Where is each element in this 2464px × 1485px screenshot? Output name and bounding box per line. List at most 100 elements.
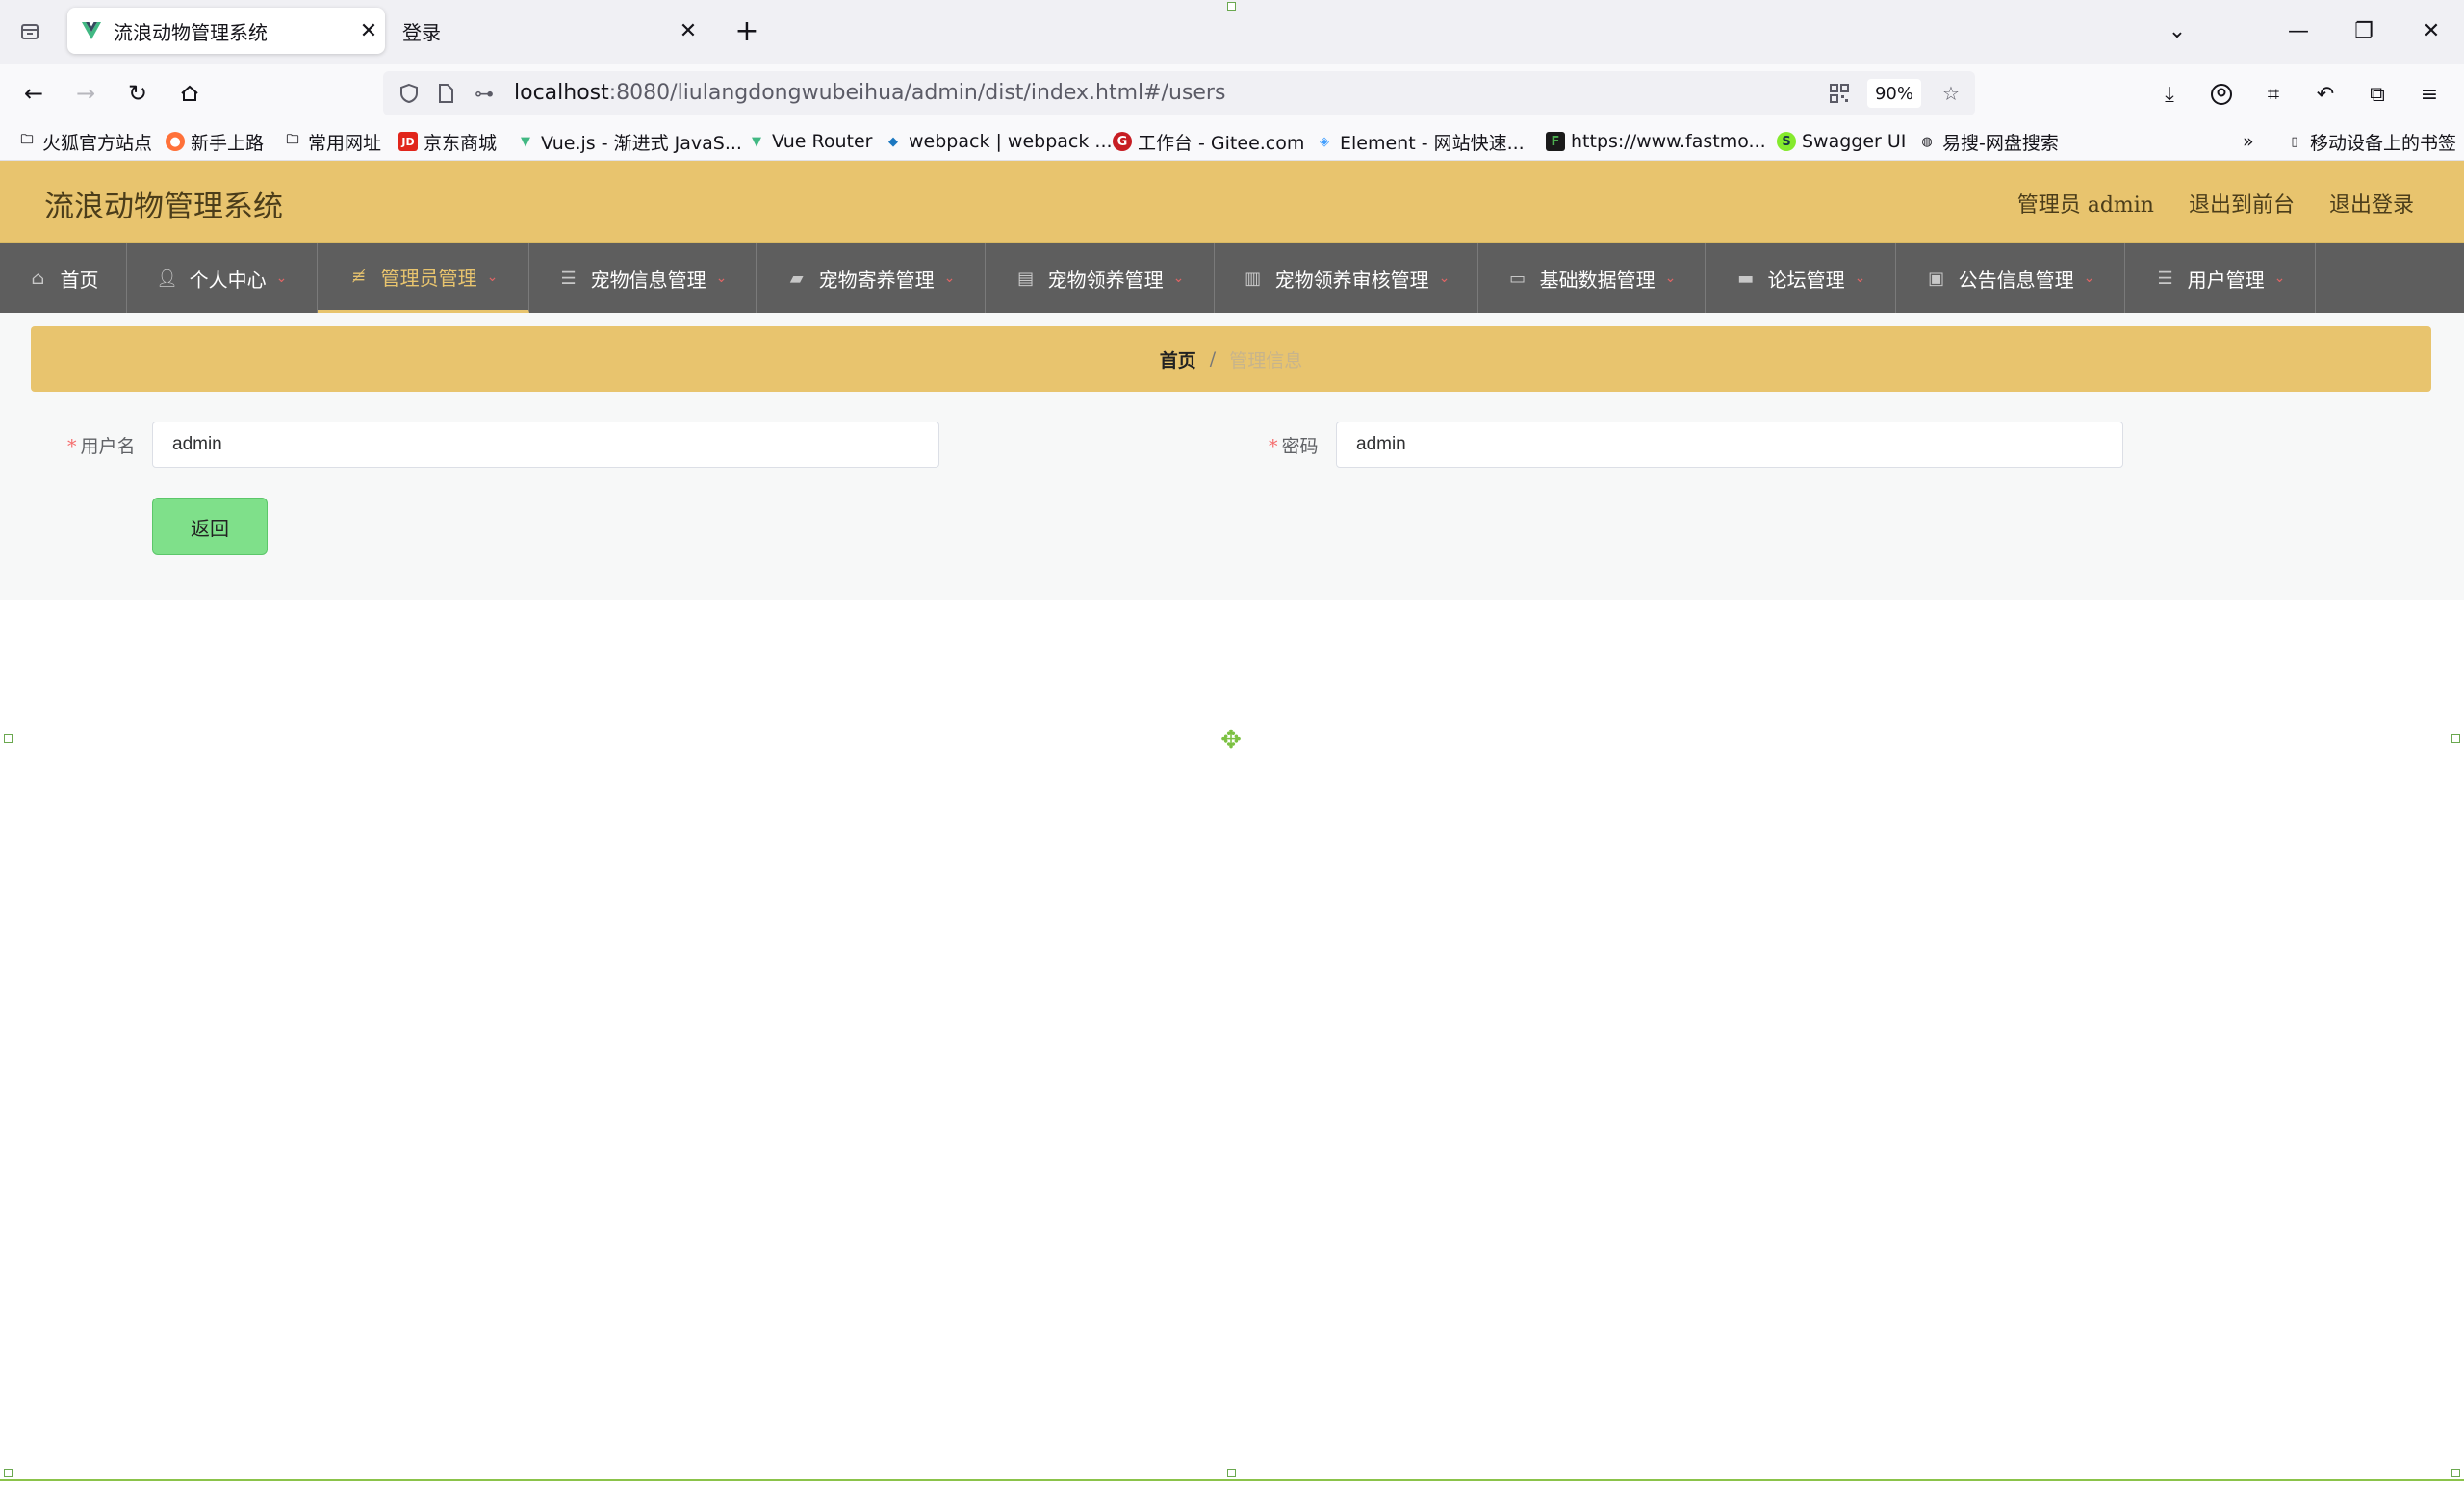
required-star: * <box>67 435 77 457</box>
chevron-down-icon: ⌄ <box>943 270 956 286</box>
bookmark-item[interactable]: ● 新手上路 <box>166 129 264 154</box>
menu-item-home[interactable]: ⌂ 首页 <box>0 243 127 313</box>
bookmarks-toolbar: 🗀 火狐官方站点 ● 新手上路 🗀 常用网址 JD 京东商城 ▼ Vue.js - 渐进式… <box>0 123 2464 161</box>
tab-close-icon[interactable]: ✕ <box>672 19 705 43</box>
breadcrumb-separator: / <box>1209 348 1217 370</box>
browser-nav-bar: ← → ↻ ⊶ localhost:8080/liulangdongwubeih… <box>0 64 2464 123</box>
chevron-down-icon: ⌄ <box>486 269 499 285</box>
extensions-icon[interactable]: ⧉ <box>2360 77 2395 112</box>
menu-item-users[interactable]: ☰ 用户管理 ⌄ <box>2125 243 2316 313</box>
page-icon[interactable] <box>433 81 458 106</box>
menu-item-pet-adoption[interactable]: ▤ 宠物领养管理 ⌄ <box>986 243 1215 313</box>
menu-item-basic-data[interactable]: ▭ 基础数据管理 ⌄ <box>1478 243 1706 313</box>
vue-icon: ▼ <box>752 134 761 149</box>
key-icon[interactable]: ⊶ <box>472 81 497 106</box>
bookmark-item[interactable]: ▼ Vue.js - 渐进式 JavaS... <box>516 129 742 154</box>
gitee-icon: G <box>1113 132 1132 151</box>
app-title: 流浪动物管理系统 <box>44 190 283 224</box>
list-all-tabs-icon[interactable]: ⌄ <box>2158 13 2196 48</box>
exit-to-front-link[interactable]: 退出到前台 <box>2189 188 2295 218</box>
globe-icon: ◍ <box>1921 134 1933 149</box>
folder-icon: 🗀 <box>20 133 34 147</box>
content-area: 首页 / 管理信息 *用户名 *密码 <box>0 313 2464 600</box>
swagger-icon: S <box>1777 132 1796 151</box>
resize-handle[interactable] <box>1227 2 1236 11</box>
clipboard-icon: ▤ <box>1017 268 1035 289</box>
breadcrumb-home[interactable]: 首页 <box>1160 346 1196 372</box>
star-icon[interactable]: ☆ <box>1938 81 1964 106</box>
inbox-icon: ▬ <box>1737 268 1755 289</box>
current-user-label: 管理员 admin <box>2016 193 2154 218</box>
resize-handle[interactable] <box>2451 1469 2460 1477</box>
back-button[interactable]: 返回 <box>152 498 268 555</box>
home-icon[interactable] <box>171 75 208 112</box>
account-icon[interactable] <box>2204 77 2239 112</box>
password-input[interactable] <box>1336 422 2123 468</box>
menu-item-admin-management[interactable]: ≢ 管理员管理 ⌄ <box>318 243 529 313</box>
main-menu: ⌂ 首页 👤︎ 个人中心 ⌄ ≢ 管理员管理 ⌄ ☰ 宠物信息管理 ⌄ ▰ 宠物寄养管理 ⌄ ▤ 宠… <box>0 242 2464 313</box>
sliders-icon: ≢ <box>351 267 367 287</box>
fastmock-icon: F <box>1546 132 1565 151</box>
firefox-icon: ● <box>166 132 185 151</box>
restore-button[interactable]: ❐ <box>2345 13 2383 48</box>
bookmark-item[interactable]: ◈ Element - 网站快速... <box>1315 129 1525 154</box>
bookmark-item[interactable]: Fhttps://www.fastmo... <box>1546 129 1766 154</box>
menu-item-pet-foster[interactable]: ▰ 宠物寄养管理 ⌄ <box>757 243 986 313</box>
menu-item-pet-info[interactable]: ☰ 宠物信息管理 ⌄ <box>529 243 757 313</box>
resize-handle[interactable] <box>2451 734 2460 743</box>
app-header: 流浪动物管理系统 管理员 admin 退出到前台 退出登录 <box>0 161 2464 242</box>
vue-icon: ▼ <box>521 134 530 149</box>
forward-icon[interactable]: → <box>67 75 104 112</box>
breadcrumb: 首页 / 管理信息 <box>31 326 2431 392</box>
download-icon[interactable]: ⤓ <box>2152 77 2187 112</box>
more-bookmarks-icon[interactable]: » <box>2243 129 2254 154</box>
book-icon: ▥ <box>1245 268 1262 289</box>
new-tab-button[interactable]: + <box>730 13 764 48</box>
chevron-down-icon: ⌄ <box>2083 270 2095 286</box>
back-icon[interactable]: ← <box>15 75 52 112</box>
tab-title: 流浪动物管理系统 <box>114 20 268 44</box>
crop-icon[interactable]: ⌗ <box>2256 77 2291 112</box>
username-field-row: * 用户名 <box>67 421 136 469</box>
tab-active[interactable]: 流浪动物管理系统 ✕ <box>67 8 385 54</box>
url-bar[interactable]: ⊶ localhost:8080/liulangdongwubeihua/adm… <box>383 71 1975 115</box>
resize-handle[interactable] <box>1227 1469 1236 1477</box>
minimize-button[interactable]: — <box>2279 13 2318 48</box>
list-icon: ☰ <box>560 268 577 289</box>
resize-handle[interactable] <box>4 1469 13 1477</box>
bookmark-item[interactable]: ▼ Vue Router <box>747 129 872 154</box>
tab-close-icon[interactable]: ✕ <box>352 19 385 43</box>
password-field-row: * 密码 <box>1269 421 1319 469</box>
tab-list-icon[interactable] <box>15 17 44 46</box>
bookmark-item[interactable]: G 工作台 - Gitee.com <box>1113 129 1304 154</box>
breadcrumb-current: 管理信息 <box>1229 349 1303 371</box>
shield-icon[interactable] <box>397 81 422 106</box>
zoom-level-badge[interactable]: 90% <box>1867 79 1921 108</box>
menu-icon[interactable]: ≡ <box>2412 77 2447 112</box>
bookmark-item[interactable]: 🗀 常用网址 <box>283 129 381 154</box>
mobile-icon: ▯ <box>2291 134 2298 149</box>
logout-link[interactable]: 退出登录 <box>2329 188 2414 218</box>
reload-icon[interactable]: ↻ <box>119 75 156 112</box>
bookmark-item[interactable]: 🗀 火狐官方站点 <box>17 129 152 154</box>
move-icon[interactable]: ✥ <box>1219 728 1244 753</box>
bookmark-item[interactable]: S Swagger UI <box>1777 129 1906 154</box>
menu-item-adoption-review[interactable]: ▥ 宠物领养审核管理 ⌄ <box>1215 243 1478 313</box>
bookmark-item[interactable]: ◍ 易搜-网盘搜索 <box>1917 129 2059 154</box>
mobile-bookmarks[interactable]: ▯ 移动设备上的书签 <box>2285 129 2456 154</box>
app-page: 流浪动物管理系统 管理员 admin 退出到前台 退出登录 ⌂ 首页 👤︎ 个人中心… <box>0 161 2464 1485</box>
bookmark-item[interactable]: JD 京东商城 <box>398 129 497 154</box>
bookmark-item[interactable]: ◆ webpack | webpack ... <box>884 129 1113 154</box>
resize-handle[interactable] <box>4 734 13 743</box>
qr-code-icon[interactable] <box>1827 81 1852 106</box>
chevron-down-icon: ⌄ <box>1438 270 1450 286</box>
tab-inactive[interactable]: 登录 ✕ <box>389 8 705 54</box>
chevron-down-icon: ⌄ <box>715 270 728 286</box>
undo-icon[interactable]: ↶ <box>2308 77 2343 112</box>
close-window-button[interactable]: ✕ <box>2412 13 2451 48</box>
menu-item-announcements[interactable]: ▣ 公告信息管理 ⌄ <box>1896 243 2125 313</box>
menu-item-forum[interactable]: ▬ 论坛管理 ⌄ <box>1706 243 1896 313</box>
chevron-down-icon: ⌄ <box>275 270 288 286</box>
menu-item-personal-center[interactable]: 👤︎ 个人中心 ⌄ <box>127 243 318 313</box>
username-input[interactable] <box>152 422 939 468</box>
